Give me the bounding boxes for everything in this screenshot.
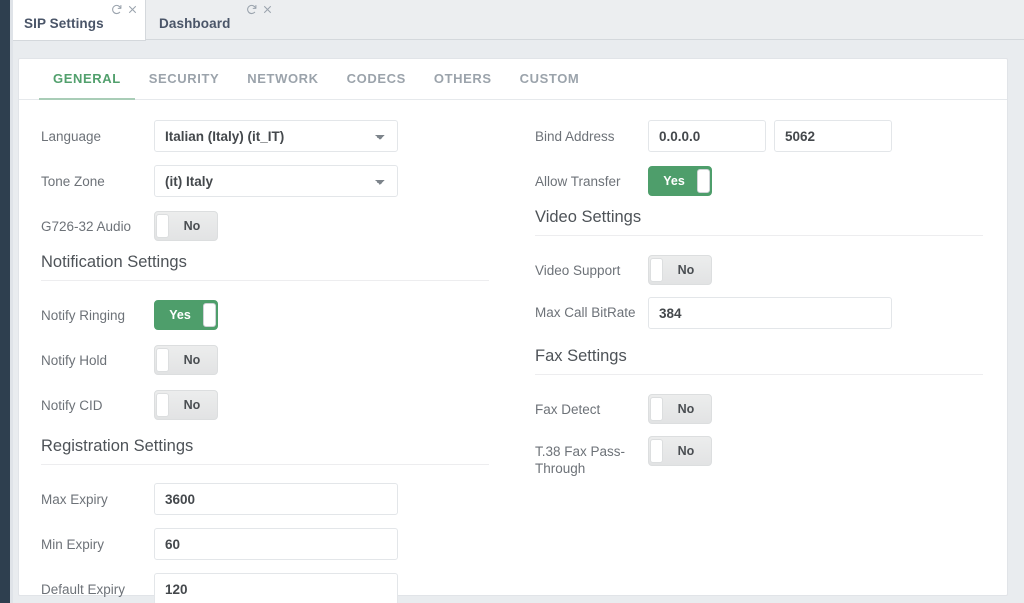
toggle-knob [156, 393, 169, 417]
field-label: Fax Detect [535, 401, 601, 417]
section-title: Notification Settings [41, 253, 187, 271]
toggle-value: No [183, 398, 201, 412]
tab-security[interactable]: SECURITY [135, 59, 234, 99]
field-notify-ringing: Notify Ringing Yes [41, 297, 489, 333]
refresh-icon[interactable] [110, 3, 123, 16]
sip-settings-card: GENERAL SECURITY NETWORK CODECS OTHERS C… [18, 58, 1008, 603]
language-select[interactable]: Italian (Italy) (it_IT) [154, 120, 398, 152]
toggle-knob [156, 348, 169, 372]
field-g726-32-audio: G726-32 Audio No [41, 208, 489, 244]
toggle-value: No [677, 444, 695, 458]
browser-tab-actions [110, 3, 139, 16]
field-allow-transfer: Allow Transfer Yes [535, 163, 983, 199]
field-notify-hold: Notify Hold No [41, 342, 489, 378]
notify-cid-toggle[interactable]: No [154, 390, 218, 420]
toggle-value: No [677, 263, 695, 277]
section-title: Registration Settings [41, 437, 194, 455]
close-icon[interactable] [261, 3, 274, 16]
field-max-call-bitrate: Max Call BitRate [535, 297, 983, 333]
field-label: Max Expiry [41, 491, 108, 507]
toggle-knob [650, 258, 663, 282]
field-notify-cid: Notify CID No [41, 387, 489, 423]
left-nav-rail [0, 0, 10, 603]
settings-right-column: Bind Address Allow Transfer Yes Video Se… [513, 118, 1007, 603]
max-expiry-input[interactable] [154, 483, 398, 515]
tab-custom[interactable]: CUSTOM [506, 59, 594, 99]
tab-network[interactable]: NETWORK [233, 59, 332, 99]
video-support-toggle[interactable]: No [648, 255, 712, 285]
field-fax-detect: Fax Detect No [535, 391, 983, 427]
field-label: Notify CID [41, 397, 103, 413]
field-label: Video Support [535, 262, 621, 278]
settings-tab-bar: GENERAL SECURITY NETWORK CODECS OTHERS C… [19, 59, 1007, 100]
field-label: Default Expiry [41, 581, 126, 597]
section-title: Fax Settings [535, 347, 627, 365]
section-fax-settings: Fax Settings [535, 347, 983, 375]
field-label: Tone Zone [41, 173, 105, 189]
tab-codecs[interactable]: CODECS [333, 59, 420, 99]
field-max-expiry: Max Expiry [41, 481, 489, 517]
field-label: Allow Transfer [535, 173, 621, 189]
t38-fax-pass-through-toggle[interactable]: No [648, 436, 712, 466]
allow-transfer-toggle[interactable]: Yes [648, 166, 712, 196]
tone-zone-select[interactable]: (it) Italy [154, 165, 398, 197]
notify-ringing-toggle[interactable]: Yes [154, 300, 218, 330]
field-language: Language Italian (Italy) (it_IT) [41, 118, 489, 154]
browser-tab-label: Dashboard [159, 16, 231, 31]
refresh-icon[interactable] [245, 3, 258, 16]
section-video-settings: Video Settings [535, 208, 983, 236]
left-rail-edge [10, 0, 13, 603]
toggle-knob [650, 439, 663, 463]
toggle-knob [697, 169, 710, 193]
section-registration-settings: Registration Settings [41, 437, 489, 465]
field-label: Notify Hold [41, 352, 108, 368]
g726-32-audio-toggle[interactable]: No [154, 211, 218, 241]
section-divider [535, 235, 983, 236]
min-expiry-input[interactable] [154, 528, 398, 560]
field-default-expiry: Default Expiry [41, 571, 489, 603]
field-label: Max Call BitRate [535, 305, 636, 320]
settings-left-column: Language Italian (Italy) (it_IT) Tone Zo… [19, 118, 513, 603]
field-label: Notify Ringing [41, 307, 126, 323]
toggle-value: No [183, 219, 201, 233]
toggle-value: No [183, 353, 201, 367]
toggle-knob [203, 303, 216, 327]
max-call-bitrate-input[interactable] [648, 297, 892, 329]
toggle-knob [156, 214, 169, 238]
field-label: T.38 Fax Pass-Through [535, 444, 626, 476]
tab-others[interactable]: OTHERS [420, 59, 506, 99]
toggle-value: No [677, 402, 695, 416]
toggle-knob [650, 397, 663, 421]
fax-detect-toggle[interactable]: No [648, 394, 712, 424]
field-label: Bind Address [535, 128, 615, 144]
field-t38-fax-pass-through: T.38 Fax Pass-Through No [535, 436, 983, 477]
browser-tab-actions [245, 3, 274, 16]
browser-tab-label: SIP Settings [24, 16, 104, 31]
section-divider [41, 280, 489, 281]
tab-general[interactable]: GENERAL [39, 59, 135, 100]
close-icon[interactable] [126, 3, 139, 16]
section-notification-settings: Notification Settings [41, 253, 489, 281]
section-divider [41, 464, 489, 465]
default-expiry-input[interactable] [154, 573, 398, 603]
field-label: G726-32 Audio [41, 218, 132, 234]
field-label: Language [41, 128, 102, 144]
section-divider [535, 374, 983, 375]
section-title: Video Settings [535, 208, 642, 226]
field-label: Min Expiry [41, 536, 105, 552]
browser-tab-sip-settings[interactable]: SIP Settings [10, 0, 145, 40]
bind-address-host-input[interactable] [648, 120, 766, 152]
bind-address-port-input[interactable] [774, 120, 892, 152]
field-bind-address: Bind Address [535, 118, 983, 154]
browser-tab-dashboard[interactable]: Dashboard [145, 0, 280, 40]
settings-form: Language Italian (Italy) (it_IT) Tone Zo… [19, 100, 1007, 603]
field-video-support: Video Support No [535, 252, 983, 288]
field-min-expiry: Min Expiry [41, 526, 489, 562]
notify-hold-toggle[interactable]: No [154, 345, 218, 375]
toggle-value: Yes [663, 174, 685, 188]
toggle-value: Yes [169, 308, 191, 322]
browser-tab-strip: SIP Settings Dashboard [0, 0, 1024, 40]
field-tone-zone: Tone Zone (it) Italy [41, 163, 489, 199]
